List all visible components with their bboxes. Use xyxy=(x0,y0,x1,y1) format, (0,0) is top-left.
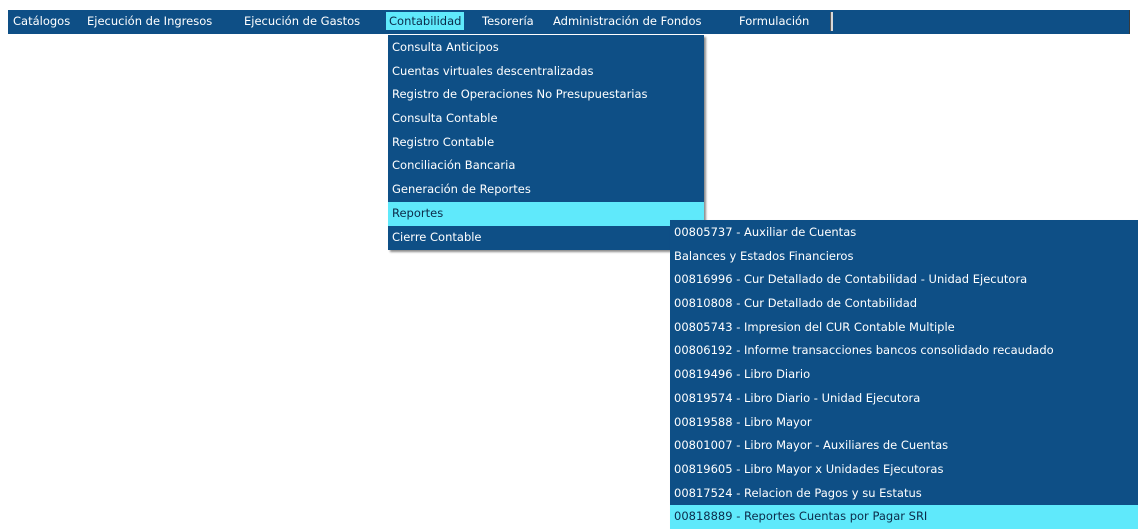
menu-item-generacion-reportes[interactable]: Generación de Reportes xyxy=(388,178,704,202)
menu-item-consulta-contable[interactable]: Consulta Contable xyxy=(388,107,704,131)
menu-item-cuentas-virtuales[interactable]: Cuentas virtuales descentralizadas xyxy=(388,60,704,84)
menubar-item-tesoreria[interactable]: Tesorería xyxy=(479,12,537,30)
submenu-item-informe-transacciones[interactable]: 00806192 - Informe transacciones bancos … xyxy=(670,339,1138,363)
submenu-item-libro-mayor-ue[interactable]: 00819605 - Libro Mayor x Unidades Ejecut… xyxy=(670,458,1138,482)
menu-item-registro-contable[interactable]: Registro Contable xyxy=(388,131,704,155)
submenu-item-libro-diario[interactable]: 00819496 - Libro Diario xyxy=(670,363,1138,387)
menubar-item-ejecucion-ingresos[interactable]: Ejecución de Ingresos xyxy=(84,12,215,30)
menu-item-reportes[interactable]: Reportes xyxy=(388,201,704,226)
submenu-item-cur-detallado-ue[interactable]: 00816996 - Cur Detallado de Contabilidad… xyxy=(670,268,1138,292)
menubar-item-contabilidad[interactable]: Contabilidad xyxy=(386,12,465,30)
submenu-item-auxiliar-cuentas[interactable]: 00805737 - Auxiliar de Cuentas xyxy=(670,221,1138,245)
contabilidad-dropdown-menu: Consulta Anticipos Cuentas virtuales des… xyxy=(388,35,704,250)
menu-item-cierre-contable[interactable]: Cierre Contable xyxy=(388,226,704,250)
submenu-item-balances-estados[interactable]: Balances y Estados Financieros xyxy=(670,245,1138,269)
submenu-item-cur-detallado[interactable]: 00810808 - Cur Detallado de Contabilidad xyxy=(670,292,1138,316)
menubar-separator xyxy=(830,12,833,31)
menubar-item-formulacion[interactable]: Formulación xyxy=(736,12,812,30)
menu-item-registro-operaciones[interactable]: Registro de Operaciones No Presupuestari… xyxy=(388,83,704,107)
menu-item-consulta-anticipos[interactable]: Consulta Anticipos xyxy=(388,36,704,60)
reportes-submenu: 00805737 - Auxiliar de Cuentas Balances … xyxy=(670,220,1138,529)
submenu-item-cuentas-por-pagar-sri[interactable]: 00818889 - Reportes Cuentas por Pagar SR… xyxy=(670,505,1138,529)
menu-item-conciliacion-bancaria[interactable]: Conciliación Bancaria xyxy=(388,154,704,178)
submenu-item-impresion-cur[interactable]: 00805743 - Impresion del CUR Contable Mu… xyxy=(670,316,1138,340)
submenu-item-relacion-pagos[interactable]: 00817524 - Relacion de Pagos y su Estatu… xyxy=(670,482,1138,506)
submenu-item-libro-mayor-auxiliares[interactable]: 00801007 - Libro Mayor - Auxiliares de C… xyxy=(670,434,1138,458)
submenu-item-libro-diario-ue[interactable]: 00819574 - Libro Diario - Unidad Ejecuto… xyxy=(670,387,1138,411)
menubar-item-administracion-fondos[interactable]: Administración de Fondos xyxy=(550,12,705,30)
menubar: Catálogos Ejecución de Ingresos Ejecució… xyxy=(8,10,1130,34)
menubar-item-catalogos[interactable]: Catálogos xyxy=(10,12,73,30)
menubar-item-ejecucion-gastos[interactable]: Ejecución de Gastos xyxy=(241,12,363,30)
submenu-item-libro-mayor[interactable]: 00819588 - Libro Mayor xyxy=(670,411,1138,435)
